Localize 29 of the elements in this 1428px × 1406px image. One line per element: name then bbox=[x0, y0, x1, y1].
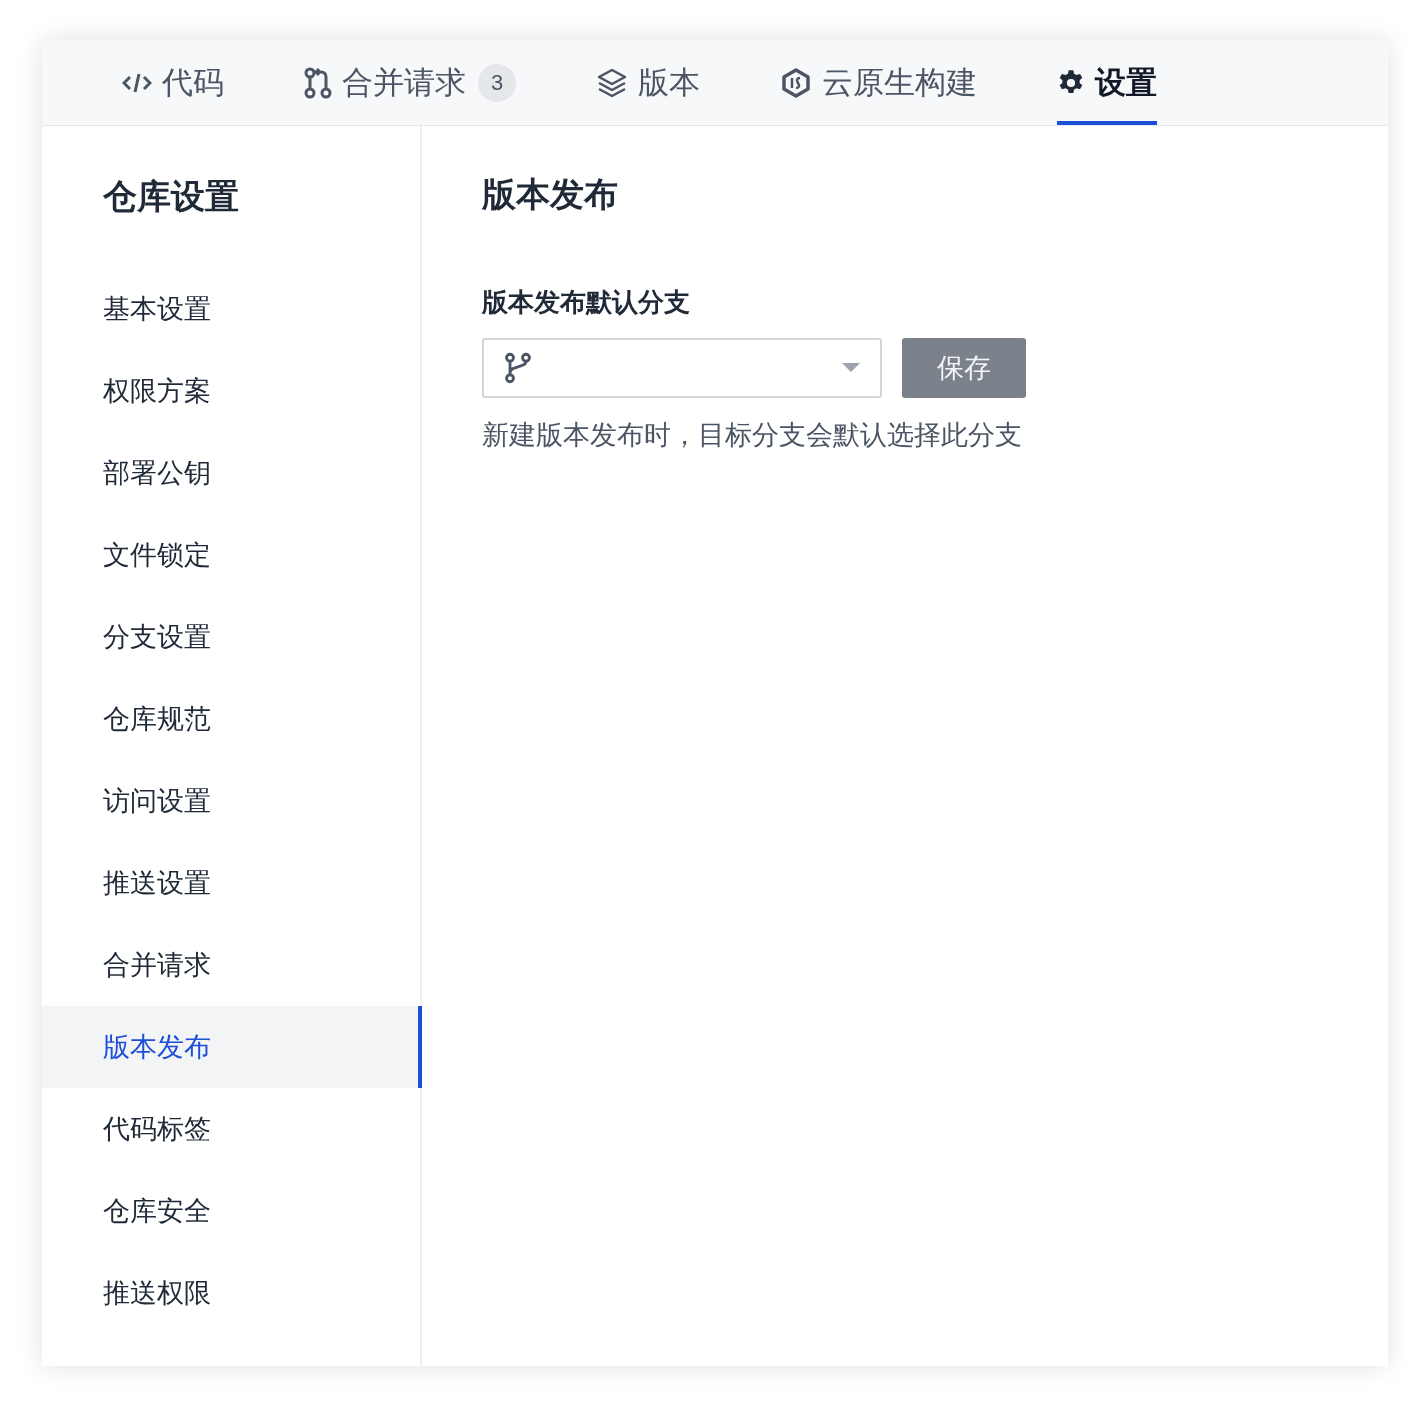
sidebar-item[interactable]: 权限方案 bbox=[42, 350, 420, 432]
sidebar-item[interactable]: 版本发布 bbox=[42, 1006, 422, 1088]
sidebar-item[interactable]: 仓库安全 bbox=[42, 1170, 420, 1252]
nav-tab[interactable]: 云原生构建 bbox=[780, 40, 977, 125]
sidebar-item[interactable]: 访问设置 bbox=[42, 760, 420, 842]
sidebar-item[interactable]: 文件锁定 bbox=[42, 514, 420, 596]
sidebar-item[interactable]: 推送设置 bbox=[42, 842, 420, 924]
merge-icon bbox=[304, 66, 332, 99]
field-label: 版本发布默认分支 bbox=[482, 286, 690, 319]
nav-tab[interactable]: 设置 bbox=[1057, 40, 1157, 125]
branch-icon bbox=[504, 352, 532, 384]
sidebar-item[interactable]: 合并请求 bbox=[42, 924, 420, 1006]
hexagon-icon bbox=[780, 66, 812, 99]
sidebar-item[interactable]: 仓库规范 bbox=[42, 678, 420, 760]
nav-tab[interactable]: 合并请求 3 bbox=[304, 40, 516, 125]
sidebar-item[interactable]: 代码标签 bbox=[42, 1088, 420, 1170]
help-text: 新建版本发布时，目标分支会默认选择此分支 bbox=[482, 419, 1022, 452]
layers-icon bbox=[596, 66, 628, 99]
branch-select[interactable] bbox=[482, 338, 882, 398]
sidebar-title: 仓库设置 bbox=[103, 176, 239, 217]
sidebar-item[interactable]: 推送权限 bbox=[42, 1252, 420, 1334]
nav-tab[interactable]: 版本 bbox=[596, 40, 700, 125]
page-title: 版本发布 bbox=[482, 174, 618, 215]
caret-icon bbox=[842, 363, 860, 373]
nav-tab[interactable]: 代码 bbox=[122, 40, 224, 125]
sidebar-item[interactable]: 部署公钥 bbox=[42, 432, 420, 514]
sidebar-item[interactable]: 分支设置 bbox=[42, 596, 420, 678]
count-badge: 3 bbox=[478, 63, 516, 102]
sidebar-item[interactable]: 基本设置 bbox=[42, 268, 420, 350]
